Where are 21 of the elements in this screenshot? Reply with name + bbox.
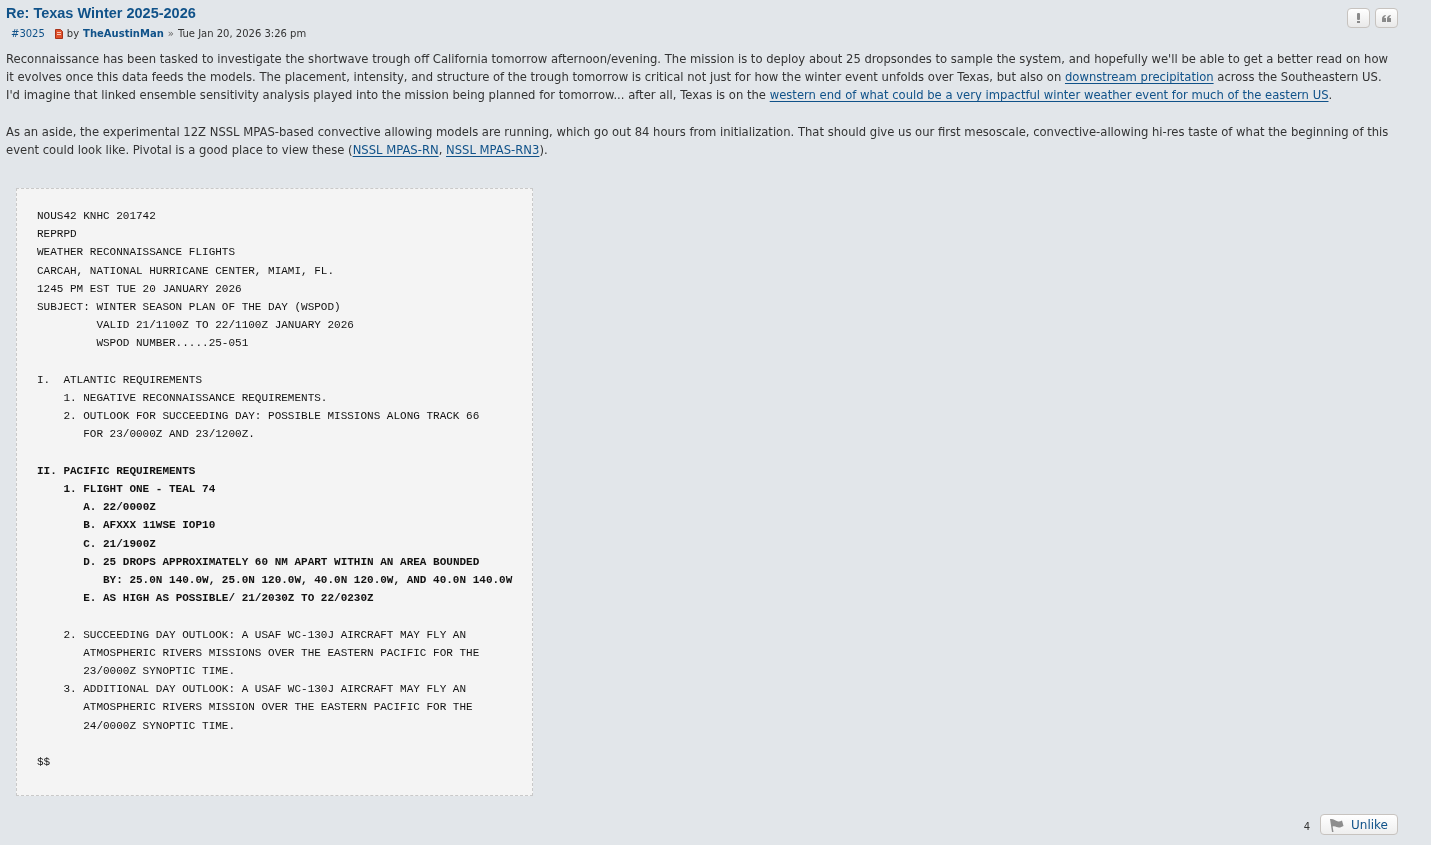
separator-text: » xyxy=(167,27,174,41)
exclamation-icon xyxy=(1357,13,1360,23)
quote-icon xyxy=(1382,14,1391,22)
quote-button[interactable] xyxy=(1375,8,1398,28)
post-date: Tue Jan 20, 2026 3:26 pm xyxy=(177,27,307,41)
author-link[interactable]: TheAustinMan xyxy=(83,27,164,41)
post-link[interactable]: western end of what could be a very impactful winter weather event for much of the eastern US xyxy=(769,88,1329,102)
author-prefix: by xyxy=(66,27,80,41)
unlike-button[interactable]: Unlike xyxy=(1320,814,1398,836)
post-paragraph: As an aside, the experimental 12Z NSSL MPAS-based convective allowing models are running, which go out 84 hours from initialization. That should give us our first mesoscale, convective-allowing hi-res taste of what the beginning of this event could look like. Pivotal is a good place to view these (NSSL MPAS-RN, NSSL MPAS-RN3). xyxy=(6,124,1390,159)
post-link[interactable]: NSSL MPAS-RN3 xyxy=(446,143,540,157)
document-icon xyxy=(54,29,63,39)
post-link[interactable]: downstream precipitation xyxy=(1064,70,1214,84)
code-block: NOUS42 KNHC 201742 REPRPD WEATHER RECONNAISSANCE FLIGHTS CARCAH, NATIONAL HURRICANE CENTER, MIAMI, FL. 1245 PM EST TUE 20 JANUARY 2026 SUBJECT: WINTER SEASON PLAN OF THE DAY (WSPOD) VALID 21/1100Z TO 22/1100Z JANUARY 2026 WSPOD NUMBER.....25-051 I. ATLANTIC REQUIREMENTS 1. NEGATIVE RECONNAISSANCE REQUIREMENTS. 2. OUTLOOK FOR SUCCEEDING DAY: POSSIBLE MISSIONS ALONG TRACK 66 FOR 23/0000Z AND 23/1200Z. II. PACIFIC REQUIREMENTS 1. FLIGHT ONE - TEAL 74 A. 22/0000Z B. AFXXX 11WSE IOP10 C. 21/1900Z D. 25 DROPS APPROXIMATELY 60 NM APART WITHIN AN AREA BOUNDED BY: 25.0N 140.0W, 25.0N 120.0W, 40.0N 120.0W, AND 40.0N 140.0W E. AS HIGH AS POSSIBLE/ 21/2030Z TO 22/0230Z 2. SUCCEEDING DAY OUTLOOK: A USAF WC-130J AIRCRAFT MAY FLY AN ATMOSPHERIC RIVERS MISSIONS OVER THE EASTERN PACIFIC FOR THE 23/0000Z SYNOPTIC TIME. 3. ADDITIONAL DAY OUTLOOK: A USAF WC-130J AIRCRAFT MAY FLY AN ATMOSPHERIC RIVERS MISSION OVER THE EASTERN PACIFIC FOR THE 24/0000Z SYNOPTIC TIME. $$ xyxy=(16,188,533,797)
flag-icon xyxy=(1329,817,1345,832)
post-link[interactable]: NSSL MPAS-RN xyxy=(352,143,439,157)
post-title[interactable]: Re: Texas Winter 2025-2026 xyxy=(6,3,307,23)
post-number-link[interactable]: #3025 xyxy=(11,27,45,41)
like-count: 4 xyxy=(1303,820,1311,833)
post-paragraph: Reconnaissance has been tasked to investigate the shortwave trough off California tomorrow afternoon/evening. The mission is to deploy about 25 dropsondes to sample the system, and hopefully we'll be able to get a better read on how it evolves once this data feeds the models. The placement, intensity, and structure of the trough tomorrow is critical not just for how the winter event unfolds over Texas, but also on downstream precipitation across the Southeastern US. I'd imagine that linked ensemble sensitivity analysis played into the mission being planned for tomorrow... after all, Texas is on the western end of what could be a very impactful winter weather event for much of the eastern US. xyxy=(6,51,1389,104)
report-button[interactable] xyxy=(1347,8,1370,28)
